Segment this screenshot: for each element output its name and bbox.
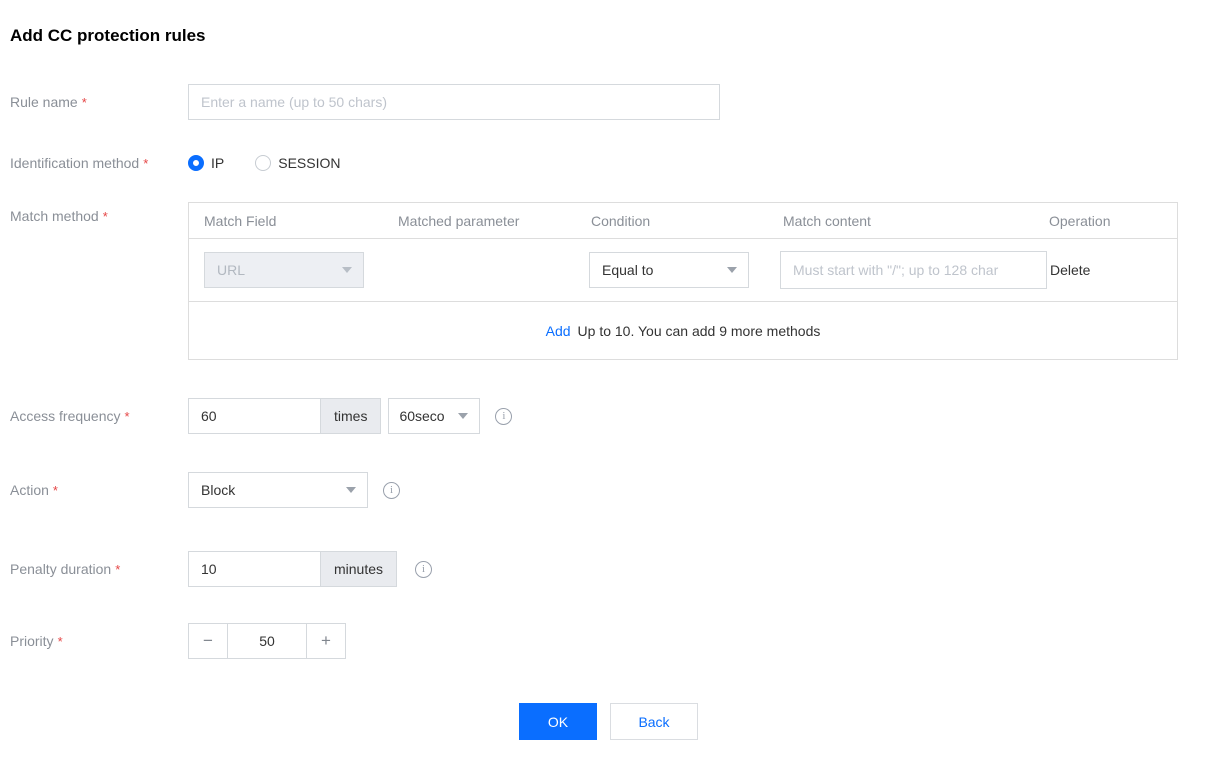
rule-name-row: Rule name * (10, 84, 720, 120)
chevron-down-icon (346, 487, 356, 493)
action-row: Action * Block i (10, 472, 400, 508)
match-table-footer: Add Up to 10. You can add 9 more methods (189, 301, 1177, 359)
priority-input[interactable] (227, 623, 307, 659)
priority-label: Priority * (10, 633, 63, 649)
rule-name-input[interactable] (188, 84, 720, 120)
page-title: Add CC protection rules (10, 26, 206, 45)
required-mark: * (124, 409, 130, 424)
header-condition: Condition (591, 213, 651, 229)
add-hint: Up to 10. You can add 9 more methods (577, 322, 821, 339)
identification-method-label: Identification method * (10, 155, 149, 171)
match-content-input[interactable] (780, 251, 1047, 289)
match-method-row: Match method * (10, 206, 188, 226)
header-matched-parameter: Matched parameter (398, 213, 520, 229)
penalty-duration-unit: minutes (321, 551, 398, 587)
required-mark: * (143, 156, 149, 171)
chevron-down-icon (342, 267, 352, 273)
condition-value: Equal to (602, 262, 654, 278)
match-table-header: Match Field Matched parameter Condition … (189, 203, 1177, 239)
radio-unselected-icon (255, 155, 272, 171)
add-link[interactable]: Add (546, 323, 571, 339)
access-frequency-period-value: 60seco (399, 408, 445, 424)
match-table-row: URL Equal to Delete (189, 239, 1177, 301)
condition-select[interactable]: Equal to (589, 252, 749, 288)
radio-ip-label: IP (211, 155, 225, 171)
add-cc-protection-rules-page: Add CC protection rules Rule name* Ident… (0, 0, 1218, 757)
access-frequency-period-select[interactable]: 60seco (388, 398, 481, 434)
match-method-table: Match Field Matched parameter Condition … (188, 202, 1178, 360)
penalty-duration-input[interactable] (188, 551, 321, 587)
header-operation: Operation (1049, 213, 1111, 229)
rule-name-label: Rule name * (10, 94, 87, 110)
match-method-label: Match method * (10, 208, 108, 224)
action-value: Block (201, 482, 236, 498)
required-mark: * (57, 634, 63, 649)
info-icon[interactable]: i (495, 407, 513, 425)
header-match-field: Match Field (204, 213, 277, 229)
priority-stepper: − + (188, 623, 346, 659)
access-frequency-unit: times (321, 398, 382, 434)
back-button[interactable]: Back (610, 703, 698, 740)
header-match-content: Match content (783, 213, 871, 229)
access-frequency-label: Access frequency * (10, 408, 130, 424)
radio-session[interactable]: SESSION (255, 155, 340, 171)
info-icon[interactable]: i (383, 481, 400, 499)
increase-button[interactable]: + (306, 623, 346, 659)
chevron-down-icon (458, 413, 469, 419)
penalty-duration-label: Penalty duration * (10, 561, 121, 577)
radio-ip[interactable]: IP (188, 155, 224, 171)
match-field-value: URL (217, 262, 246, 278)
match-field-select[interactable]: URL (204, 252, 364, 288)
action-label: Action * (10, 482, 58, 498)
access-frequency-row: Access frequency* times 60seco i (10, 398, 513, 434)
chevron-down-icon (727, 267, 737, 273)
required-mark: * (81, 95, 87, 110)
required-mark: * (115, 562, 121, 577)
radio-session-label: SESSION (278, 155, 341, 171)
radio-selected-icon (188, 155, 204, 171)
delete-link[interactable]: Delete (1050, 239, 1090, 301)
access-frequency-input[interactable] (188, 398, 321, 434)
priority-row: Priority* − + (10, 623, 346, 659)
ok-button[interactable]: OK (519, 703, 597, 740)
required-mark: * (102, 209, 108, 224)
required-mark: * (52, 483, 58, 498)
identification-method-radio-group: IP SESSION (188, 155, 340, 171)
identification-method-row: Identification method * IP SESSION (10, 152, 340, 174)
penalty-duration-row: Penalty duration* minutes i (10, 551, 433, 587)
action-select[interactable]: Block (188, 472, 368, 508)
decrease-button[interactable]: − (188, 623, 228, 659)
info-icon[interactable]: i (415, 560, 433, 578)
